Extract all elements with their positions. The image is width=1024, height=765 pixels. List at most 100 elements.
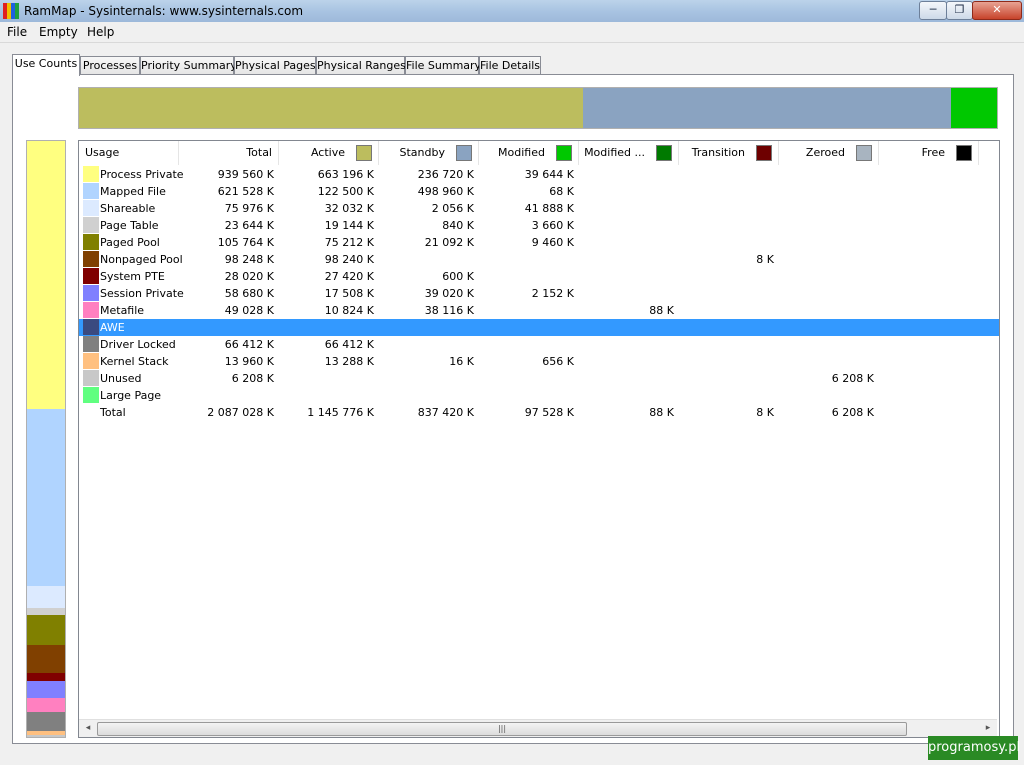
- system-pte-segment: [27, 673, 65, 681]
- usage-color-swatch: [83, 285, 99, 301]
- usage-color-swatch: [83, 234, 99, 250]
- modified-segment: [951, 88, 997, 128]
- table-row[interactable]: System PTE 28 020 K 27 420 K 600 K: [79, 268, 999, 285]
- tab-file-summary[interactable]: File Summary: [405, 56, 481, 75]
- legend-swatch: [756, 145, 772, 161]
- cell-value: 840 K: [442, 219, 474, 232]
- column-header-label: Transition: [691, 146, 745, 159]
- cell-value: 27 420 K: [324, 270, 374, 283]
- legend-swatch: [656, 145, 672, 161]
- cell-value: 32 032 K: [324, 202, 374, 215]
- cell-value: 75 212 K: [324, 236, 374, 249]
- menu-empty[interactable]: Empty: [39, 25, 78, 39]
- mapped-file-segment: [27, 409, 65, 586]
- cell-value: 41 888 K: [524, 202, 574, 215]
- usage-bar: [26, 140, 66, 738]
- cell-value: 88 K: [649, 406, 674, 419]
- table-row[interactable]: Page Table 23 644 K 19 144 K 840 K 3 660 K: [79, 217, 999, 234]
- table-row[interactable]: Shareable 75 976 K 32 032 K 2 056 K 41 888 K: [79, 200, 999, 217]
- table-row[interactable]: Unused 6 208 K 6 208 K: [79, 370, 999, 387]
- column-header-transition[interactable]: Transition: [679, 141, 779, 165]
- menu-help[interactable]: Help: [87, 25, 114, 39]
- cell-value: 6 208 K: [231, 372, 274, 385]
- cell-value: 1 145 776 K: [307, 406, 374, 419]
- scroll-right-arrow-icon[interactable]: ▸: [981, 720, 995, 737]
- table-row[interactable]: Driver Locked 66 412 K 66 412 K: [79, 336, 999, 353]
- usage-label: Total: [100, 406, 126, 419]
- cell-value: 19 144 K: [324, 219, 374, 232]
- metafile-segment: [27, 698, 65, 712]
- cell-value: 837 420 K: [417, 406, 474, 419]
- table-row[interactable]: Total 2 087 028 K 1 145 776 K 837 420 K 97 5…: [79, 404, 999, 421]
- cell-value: 6 208 K: [831, 372, 874, 385]
- usage-label: Driver Locked: [100, 338, 176, 351]
- table-row[interactable]: Process Private 939 560 K 663 196 K 236 720…: [79, 166, 999, 183]
- column-header-label: Modified: [498, 146, 545, 159]
- tab-priority-summary[interactable]: Priority Summary: [140, 56, 237, 75]
- tab-file-details[interactable]: File Details: [479, 56, 541, 75]
- cell-value: 39 020 K: [424, 287, 474, 300]
- table-row[interactable]: Paged Pool 105 764 K 75 212 K 21 092 K 9 460…: [79, 234, 999, 251]
- cell-value: 66 412 K: [324, 338, 374, 351]
- usage-color-swatch: [83, 370, 99, 386]
- paged-pool-segment: [27, 615, 65, 645]
- tab-physical-ranges[interactable]: Physical Ranges: [316, 56, 406, 75]
- column-header-active[interactable]: Active: [279, 141, 379, 165]
- cell-value: 105 764 K: [217, 236, 274, 249]
- table-row[interactable]: Mapped File 621 528 K 122 500 K 498 960 K 68…: [79, 183, 999, 200]
- column-header-modified[interactable]: Modified ...: [579, 141, 679, 165]
- menu-file[interactable]: File: [7, 25, 27, 39]
- cell-value: 10 824 K: [324, 304, 374, 317]
- scroll-thumb[interactable]: |||: [97, 722, 907, 736]
- cell-value: 621 528 K: [217, 185, 274, 198]
- cell-value: 98 248 K: [224, 253, 274, 266]
- process-private-segment: [27, 141, 65, 409]
- usage-label: Kernel Stack: [100, 355, 169, 368]
- watermark: programosy.pl: [928, 736, 1020, 760]
- cell-value: 23 644 K: [224, 219, 274, 232]
- legend-swatch: [456, 145, 472, 161]
- column-header-total[interactable]: Total: [179, 141, 279, 165]
- active-segment: [79, 88, 583, 128]
- tab-physical-pages[interactable]: Physical Pages: [234, 56, 316, 75]
- usage-label: AWE: [100, 321, 125, 334]
- cell-value: 2 152 K: [531, 287, 574, 300]
- usage-color-swatch: [83, 166, 99, 182]
- legend-swatch: [556, 145, 572, 161]
- scroll-left-arrow-icon[interactable]: ◂: [81, 720, 95, 737]
- table-row[interactable]: Nonpaged Pool 98 248 K 98 240 K 8 K: [79, 251, 999, 268]
- cell-value: 66 412 K: [224, 338, 274, 351]
- cell-value: 13 288 K: [324, 355, 374, 368]
- column-header-usage[interactable]: Usage: [79, 141, 179, 165]
- column-header-label: Usage: [85, 146, 120, 159]
- cell-value: 939 560 K: [217, 168, 274, 181]
- usage-color-swatch: [83, 387, 99, 403]
- cell-value: 98 240 K: [324, 253, 374, 266]
- table-row[interactable]: Session Private 58 680 K 17 508 K 39 020 K 2…: [79, 285, 999, 302]
- session-private-segment: [27, 681, 65, 698]
- usage-label: Paged Pool: [100, 236, 160, 249]
- column-header-modified[interactable]: Modified: [479, 141, 579, 165]
- tab-processes[interactable]: Processes: [80, 56, 140, 75]
- close-button[interactable]: ✕: [972, 1, 1022, 20]
- cell-value: 28 020 K: [224, 270, 274, 283]
- table-row[interactable]: Metafile 49 028 K 10 824 K 38 116 K 88 K: [79, 302, 999, 319]
- maximize-button[interactable]: ❐: [946, 1, 973, 20]
- rammap-app-icon: [3, 3, 19, 19]
- table-row[interactable]: AWE: [79, 319, 999, 336]
- table-row[interactable]: Kernel Stack 13 960 K 13 288 K 16 K 656 K: [79, 353, 999, 370]
- cell-value: 58 680 K: [224, 287, 274, 300]
- tab-use-counts[interactable]: Use Counts: [12, 54, 80, 76]
- cell-value: 656 K: [542, 355, 574, 368]
- horizontal-scrollbar[interactable]: ◂ ||| ▸: [79, 719, 997, 737]
- cell-value: 236 720 K: [417, 168, 474, 181]
- cell-value: 2 087 028 K: [207, 406, 274, 419]
- column-header-free[interactable]: Free: [879, 141, 979, 165]
- column-header-zeroed[interactable]: Zeroed: [779, 141, 879, 165]
- table-row[interactable]: Large Page: [79, 387, 999, 404]
- minimize-button[interactable]: ─: [919, 1, 947, 20]
- column-header-label: Zeroed: [805, 146, 845, 159]
- cell-value: 498 960 K: [417, 185, 474, 198]
- column-header-standby[interactable]: Standby: [379, 141, 479, 165]
- cell-value: 49 028 K: [224, 304, 274, 317]
